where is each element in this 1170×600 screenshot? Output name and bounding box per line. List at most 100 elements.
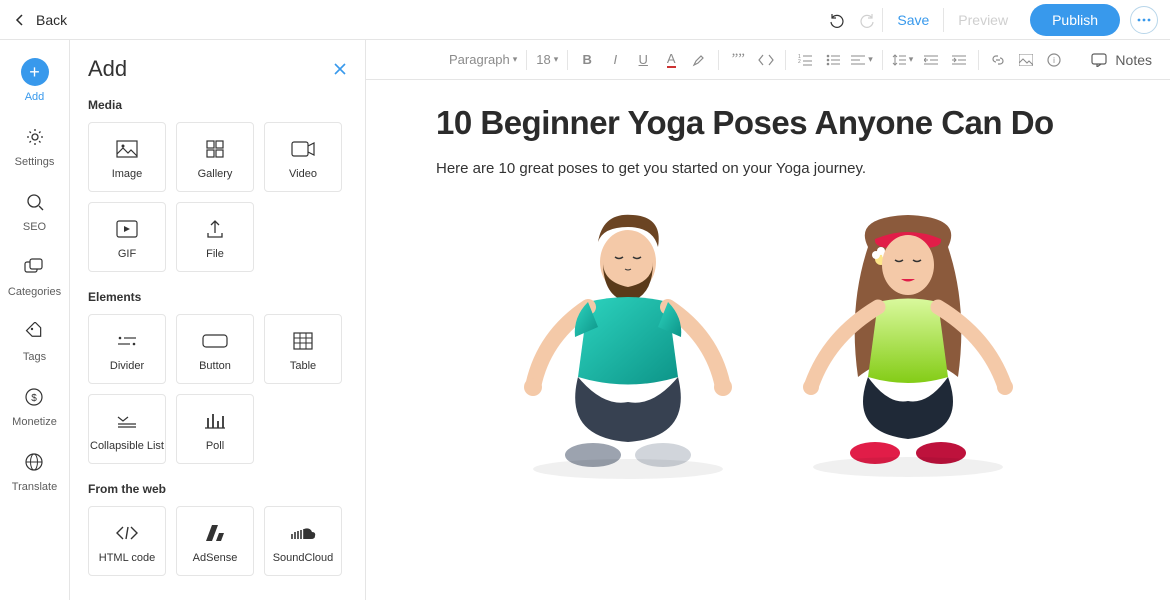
add-gallery[interactable]: Gallery (176, 122, 254, 192)
button-icon (202, 330, 228, 352)
add-soundcloud[interactable]: SoundCloud (264, 506, 342, 576)
categories-icon (20, 253, 48, 281)
link-button[interactable] (985, 46, 1011, 74)
add-table[interactable]: Table (264, 314, 342, 384)
numbered-list-button[interactable]: 12 (792, 46, 818, 74)
tag-icon (21, 318, 49, 346)
bold-icon: B (583, 52, 592, 67)
add-video[interactable]: Video (264, 122, 342, 192)
gear-icon (21, 123, 49, 151)
rail-categories[interactable]: Categories (8, 253, 61, 298)
close-panel-button[interactable] (333, 62, 347, 76)
rail-monetize[interactable]: $ Monetize (12, 383, 57, 428)
add-video-label: Video (289, 168, 317, 180)
add-collapsible[interactable]: Collapsible List (88, 394, 166, 464)
add-poll[interactable]: Poll (176, 394, 254, 464)
close-icon (333, 62, 347, 76)
add-image[interactable]: Image (88, 122, 166, 192)
rail-tags[interactable]: Tags (21, 318, 49, 363)
text-color-icon: A (667, 51, 676, 68)
align-button[interactable]: ▾ (848, 46, 876, 74)
rail-seo-label: SEO (23, 221, 46, 233)
add-html-label: HTML code (99, 552, 155, 564)
highlight-button[interactable] (686, 46, 712, 74)
rail-settings[interactable]: Settings (15, 123, 55, 168)
help-button[interactable]: i (1041, 46, 1067, 74)
post-illustration (436, 197, 1100, 487)
post-content[interactable]: 10 Beginner Yoga Poses Anyone Can Do Her… (366, 80, 1170, 600)
post-title[interactable]: 10 Beginner Yoga Poses Anyone Can Do (436, 104, 1100, 142)
back-label: Back (36, 12, 67, 28)
rail-translate-label: Translate (12, 481, 57, 493)
section-media: Media (88, 98, 347, 112)
upload-icon (202, 218, 228, 240)
soundcloud-icon (290, 522, 316, 544)
redo-button[interactable] (852, 5, 882, 35)
indent-icon (952, 54, 966, 66)
line-height-icon (892, 53, 906, 67)
yoga-woman-illustration (783, 207, 1033, 487)
add-button-label: Button (199, 360, 231, 372)
add-html[interactable]: HTML code (88, 506, 166, 576)
rail-monetize-label: Monetize (12, 416, 57, 428)
chevron-down-icon: ▾ (513, 54, 518, 65)
rail-tags-label: Tags (23, 351, 46, 363)
quote-icon: ”” (732, 51, 745, 68)
add-gif[interactable]: GIF (88, 202, 166, 272)
back-button[interactable]: Back (12, 12, 67, 28)
add-gallery-label: Gallery (198, 168, 233, 180)
plus-icon: + (21, 58, 49, 86)
link-icon (991, 53, 1005, 67)
rail-translate[interactable]: Translate (12, 448, 57, 493)
add-file[interactable]: File (176, 202, 254, 272)
add-panel: Add Media Image Gallery Video GIF (70, 40, 366, 600)
gallery-icon (202, 138, 228, 160)
notes-button[interactable]: Notes (1091, 52, 1162, 68)
bullet-list-button[interactable] (820, 46, 846, 74)
outdent-icon (924, 54, 938, 66)
italic-button[interactable]: I (602, 46, 628, 74)
quote-button[interactable]: ”” (725, 46, 751, 74)
add-divider[interactable]: Divider (88, 314, 166, 384)
rail-seo[interactable]: SEO (21, 188, 49, 233)
preview-button[interactable]: Preview (958, 12, 1008, 28)
image-icon (114, 138, 140, 160)
image-tool-button[interactable] (1013, 46, 1039, 74)
text-color-button[interactable]: A (658, 46, 684, 74)
collapsible-icon (114, 410, 140, 432)
undo-button[interactable] (822, 5, 852, 35)
chevron-down-icon: ▾ (868, 54, 873, 65)
bold-button[interactable]: B (574, 46, 600, 74)
search-icon (21, 188, 49, 216)
editor-toolbar: Paragraph▾ 18▾ B I U A ”” 12 ▾ ▾ i (366, 40, 1170, 80)
line-height-button[interactable]: ▾ (889, 46, 917, 74)
more-button[interactable] (1130, 6, 1158, 34)
underline-button[interactable]: U (630, 46, 656, 74)
publish-button[interactable]: Publish (1030, 4, 1120, 36)
add-divider-label: Divider (110, 360, 144, 372)
section-elements: Elements (88, 290, 347, 304)
rail-add[interactable]: + Add (21, 58, 49, 103)
yoga-man-illustration (503, 207, 753, 487)
undo-icon (828, 11, 846, 29)
indent-button[interactable] (946, 46, 972, 74)
panel-title: Add (88, 56, 127, 82)
section-web: From the web (88, 482, 347, 496)
chevron-down-icon: ▾ (554, 54, 559, 65)
block-type-select[interactable]: Paragraph▾ (446, 46, 520, 74)
code-button[interactable] (753, 46, 779, 74)
rail-categories-label: Categories (8, 286, 61, 298)
svg-text:i: i (1053, 56, 1055, 65)
poll-icon (202, 410, 228, 432)
side-rail: + Add Settings SEO Categories Tags $ Mon… (0, 40, 70, 600)
chevron-down-icon: ▾ (909, 54, 914, 65)
outdent-button[interactable] (918, 46, 944, 74)
add-soundcloud-label: SoundCloud (273, 552, 334, 564)
add-button[interactable]: Button (176, 314, 254, 384)
add-adsense[interactable]: AdSense (176, 506, 254, 576)
add-file-label: File (206, 248, 224, 260)
save-button[interactable]: Save (897, 12, 929, 28)
post-intro[interactable]: Here are 10 great poses to get you start… (436, 160, 1100, 177)
image-tool-icon (1019, 54, 1033, 66)
font-size-select[interactable]: 18▾ (533, 46, 561, 74)
